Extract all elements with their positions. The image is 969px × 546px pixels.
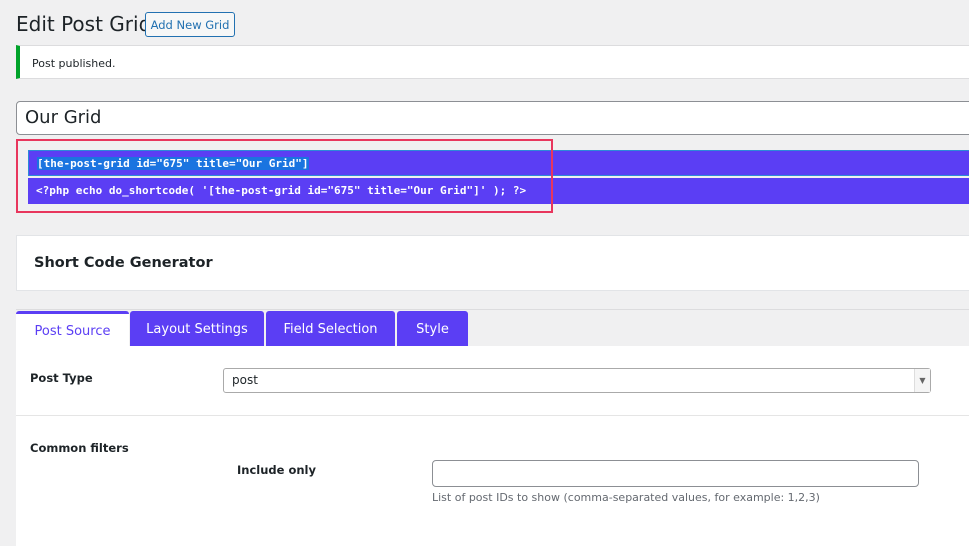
include-only-help: List of post IDs to show (comma-separate… xyxy=(432,491,820,504)
tab-layout-settings[interactable]: Layout Settings xyxy=(130,311,264,348)
tab-bar: Post Source Layout Settings Field Select… xyxy=(16,309,969,348)
divider xyxy=(16,415,969,416)
include-only-label: Include only xyxy=(237,463,316,477)
page-title: Edit Post Grid xyxy=(16,12,152,36)
add-new-grid-button[interactable]: Add New Grid xyxy=(145,12,235,37)
include-only-input[interactable] xyxy=(432,460,919,487)
tab-field-selection[interactable]: Field Selection xyxy=(266,311,395,348)
common-filters-label: Common filters xyxy=(30,441,129,455)
tab-style[interactable]: Style xyxy=(397,311,468,348)
grid-title-input[interactable]: Our Grid xyxy=(16,101,969,135)
post-type-value: post xyxy=(232,373,258,387)
notice-text: Post published. xyxy=(32,57,116,70)
post-type-select[interactable]: post ▼ xyxy=(223,368,931,393)
tab-post-source[interactable]: Post Source xyxy=(16,311,129,348)
highlight-box xyxy=(16,139,553,213)
success-notice: Post published. xyxy=(16,45,969,79)
dropdown-arrow-icon: ▼ xyxy=(914,369,930,392)
post-type-label: Post Type xyxy=(30,371,93,385)
generator-heading: Short Code Generator xyxy=(16,235,969,291)
